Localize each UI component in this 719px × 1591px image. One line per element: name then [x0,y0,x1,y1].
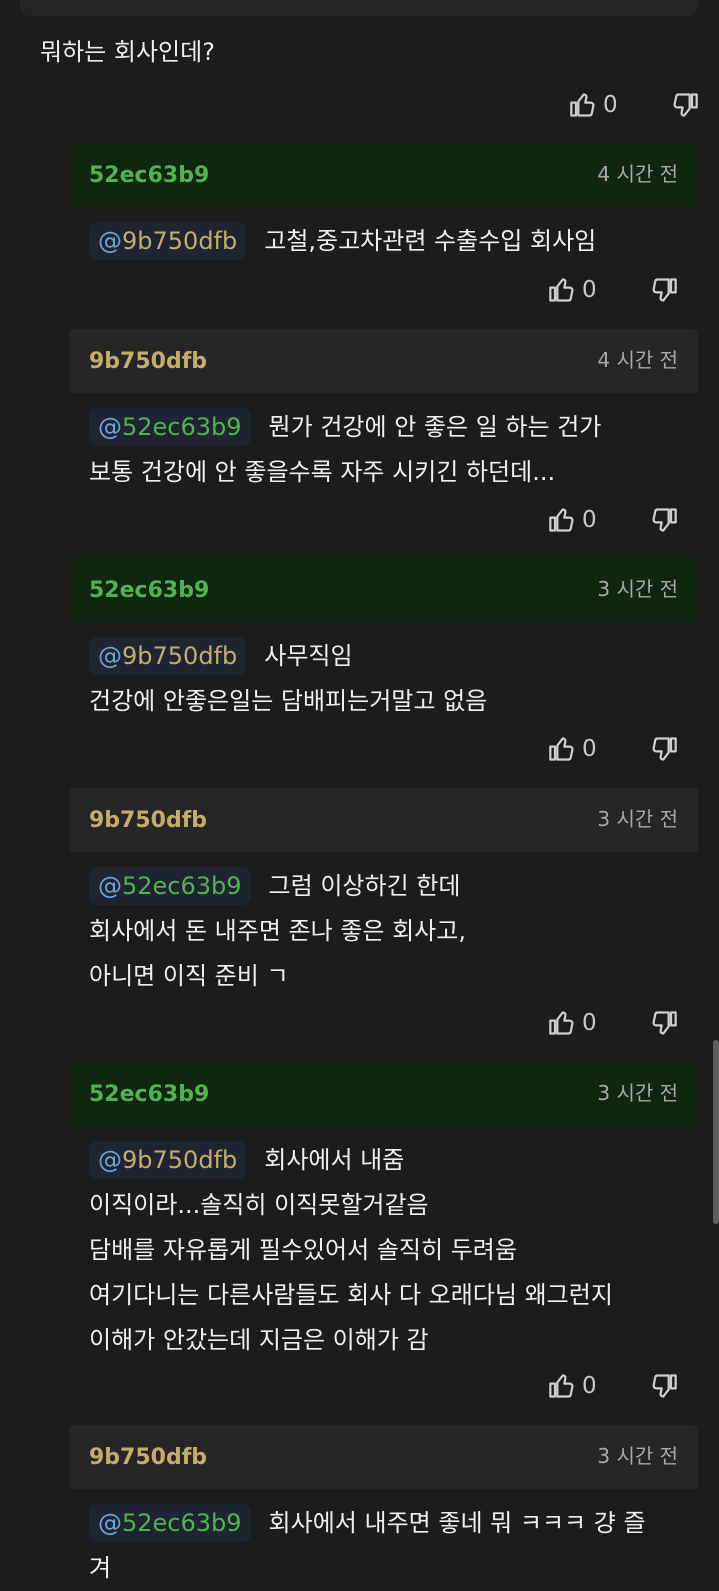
thumb-up-icon[interactable] [548,1008,576,1038]
thumb-down-icon[interactable] [650,275,678,305]
thumb-up-icon[interactable] [548,734,576,764]
mention-name: 9b750dfb [122,642,238,670]
thumb-up-icon[interactable] [548,1371,576,1401]
timestamp: 4 시간 전 [597,348,678,372]
reply-line: @9b750dfb 고철,중고차관련 수출수입 회사임 [89,219,689,264]
thumb-down-icon[interactable] [671,90,699,120]
thumb-up-icon[interactable] [569,90,597,120]
previous-comment-edge [20,0,698,16]
timestamp: 3 시간 전 [597,1081,678,1105]
mention-name: 9b750dfb [122,227,238,255]
reply-body: @52ec63b9 회사에서 내주면 좋네 뭐 ㅋㅋㅋ 걍 즐 겨 [89,1501,699,1591]
author-name[interactable]: 52ec63b9 [89,576,209,606]
reply-line: 여기다니는 다른사람들도 회사 다 오래다님 왜그런지 [89,1281,613,1309]
author-name[interactable]: 52ec63b9 [89,1080,209,1110]
scrollbar-thumb[interactable] [713,1040,719,1224]
reply-line: @52ec63b9 뭔가 건강에 안 좋은 일 하는 건가 [89,405,689,450]
reply-line: 아니면 이직 준비 ㄱ [89,962,289,990]
reply-text: 회사에서 내줌 [264,1146,405,1174]
vote-row: 0 [548,732,678,766]
reply-text: 사무직임 [264,642,353,670]
vote-row: 0 [548,1369,678,1403]
mention-chip[interactable]: @9b750dfb [89,1141,247,1179]
reply-text: 뭔가 건강에 안 좋은 일 하는 건가 [268,413,602,441]
timestamp: 3 시간 전 [597,807,678,831]
thumb-down-icon[interactable] [650,734,678,764]
reply-line: 이직이라...솔직히 이직못할거같음 [89,1191,429,1219]
like-count: 0 [582,507,597,533]
mention-chip[interactable]: @52ec63b9 [89,867,251,905]
reply-line: 담배를 자유롭게 필수있어서 솔직히 두려움 [89,1236,517,1264]
mention-chip[interactable]: @52ec63b9 [89,408,251,446]
reply-body: @9b750dfb 고철,중고차관련 수출수입 회사임 [89,219,689,264]
reply-body: @52ec63b9 그럼 이상하긴 한데 회사에서 돈 내주면 존나 좋은 회사고… [89,864,689,999]
reply-line: @52ec63b9 그럼 이상하긴 한데 [89,864,689,909]
timestamp: 4 시간 전 [597,162,678,186]
reply-line: @9b750dfb 회사에서 내줌 [89,1138,689,1183]
mention-at: @ [98,227,122,255]
mention-chip[interactable]: @9b750dfb [89,637,247,675]
reply-body: @52ec63b9 뭔가 건강에 안 좋은 일 하는 건가 보통 건강에 안 좋을… [89,405,689,495]
mention-at: @ [98,872,122,900]
reply-line: 겨 [89,1554,112,1582]
author-name[interactable]: 52ec63b9 [89,161,209,191]
vote-row: 0 [548,273,678,307]
reply-line: 회사에서 돈 내주면 존나 좋은 회사고, [89,917,466,945]
like-count: 0 [582,1010,597,1036]
parent-comment-text: 뭐하는 회사인데? [40,38,215,66]
mention-at: @ [98,413,122,441]
thumb-up-icon[interactable] [548,275,576,305]
reply-line: @52ec63b9 회사에서 내주면 좋네 뭐 ㅋㅋㅋ 걍 즐 [89,1501,699,1546]
vote-row: 0 [548,503,678,537]
like-count: 0 [582,736,597,762]
reply-text: 고철,중고차관련 수출수입 회사임 [264,227,597,255]
like-count: 0 [582,1373,597,1399]
mention-name: 52ec63b9 [122,1509,242,1537]
mention-chip[interactable]: @9b750dfb [89,222,247,260]
mention-at: @ [98,642,122,670]
mention-name: 9b750dfb [122,1146,238,1174]
timestamp: 3 시간 전 [597,1444,678,1468]
mention-name: 52ec63b9 [122,413,242,441]
mention-at: @ [98,1509,122,1537]
thumb-down-icon[interactable] [650,1008,678,1038]
mention-chip[interactable]: @52ec63b9 [89,1504,251,1542]
author-name[interactable]: 9b750dfb [89,1443,207,1473]
author-name[interactable]: 9b750dfb [89,806,207,836]
reply-text: 그럼 이상하긴 한데 [268,872,461,900]
like-count: 0 [582,277,597,303]
reply-line: @9b750dfb 사무직임 [89,634,689,679]
like-count: 0 [603,92,618,118]
mention-at: @ [98,1146,122,1174]
reply-body: @9b750dfb 회사에서 내줌 이직이라...솔직히 이직못할거같음 담배를 … [89,1138,689,1363]
thumb-down-icon[interactable] [650,505,678,535]
timestamp: 3 시간 전 [597,577,678,601]
reply-text: 회사에서 내주면 좋네 뭐 ㅋㅋㅋ 걍 즐 [268,1509,646,1537]
thumb-down-icon[interactable] [650,1371,678,1401]
reply-line: 보통 건강에 안 좋을수록 자주 시키긴 하던데... [89,458,556,486]
parent-vote-row: 0 [569,88,699,122]
reply-body: @9b750dfb 사무직임 건강에 안좋은일는 담배피는거말고 없음 [89,634,689,724]
reply-line: 건강에 안좋은일는 담배피는거말고 없음 [89,687,488,715]
reply-line: 이해가 안갔는데 지금은 이해가 감 [89,1326,429,1354]
author-name[interactable]: 9b750dfb [89,347,207,377]
thumb-up-icon[interactable] [548,505,576,535]
vote-row: 0 [548,1006,678,1040]
mention-name: 52ec63b9 [122,872,242,900]
